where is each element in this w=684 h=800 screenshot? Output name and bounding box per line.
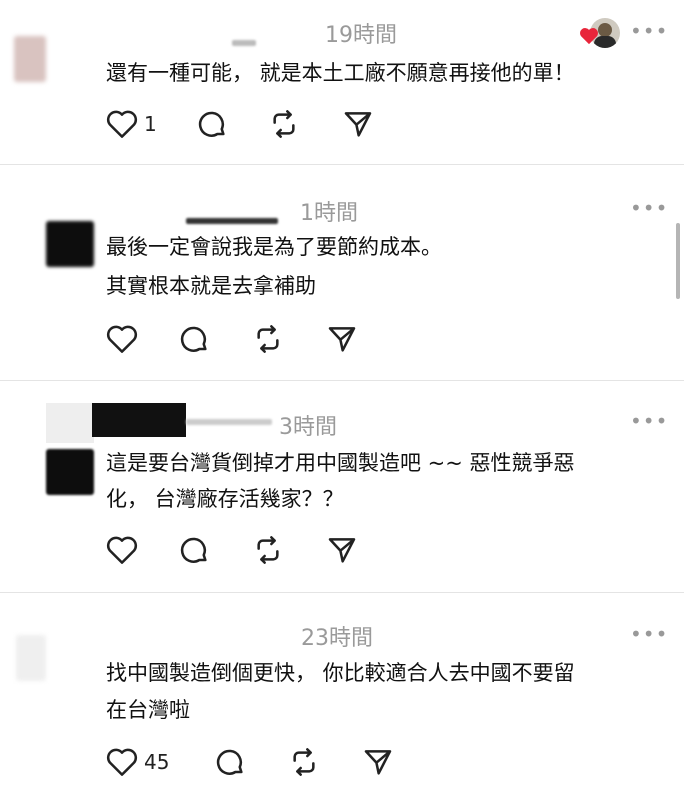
comment-text-line: 這是要台灣貨倒掉才用中國製造吧 ~~ 惡性競爭惡: [106, 451, 575, 475]
action-bar: 1: [100, 106, 400, 146]
avatar[interactable]: [46, 221, 94, 267]
repost-button[interactable]: [266, 106, 302, 142]
username-obscured: [186, 419, 272, 425]
comment-4: 23時間 ••• 找中國製造倒個更快， 你比較適合人去中國不要留 在台灣啦 45: [0, 593, 684, 800]
more-dots-icon[interactable]: •••: [630, 409, 668, 433]
heart-icon: [106, 324, 138, 354]
like-button[interactable]: [104, 321, 140, 357]
username-obscured: [186, 218, 278, 224]
repost-icon: [268, 108, 300, 140]
username-obscured: [232, 40, 256, 46]
avatar[interactable]: [14, 36, 46, 82]
heart-icon: [106, 747, 138, 777]
comment-text-line: 還有一種可能， 就是本土工廠不願意再接他的單！: [106, 61, 575, 85]
like-button[interactable]: [104, 744, 140, 780]
reply-button[interactable]: [212, 744, 248, 780]
timestamp: 19時間: [325, 23, 397, 48]
comment-text-line: 化， 台灣廠存活幾家？？: [106, 487, 344, 511]
scrollbar[interactable]: [676, 223, 680, 299]
action-bar: [100, 321, 400, 361]
comment-2: 1時間 ••• 最後一定會說我是為了要節約成本。 其實根本就是去拿補助: [0, 165, 684, 380]
timestamp: 3時間: [279, 415, 337, 440]
share-button[interactable]: [324, 532, 360, 568]
repost-icon: [288, 746, 320, 778]
share-button[interactable]: [340, 106, 376, 142]
heart-icon: [579, 27, 599, 45]
reply-button[interactable]: [176, 532, 212, 568]
action-bar: [100, 532, 400, 572]
repost-button[interactable]: [250, 532, 286, 568]
comment-text-line: 找中國製造倒個更快， 你比較適合人去中國不要留: [106, 661, 575, 685]
send-icon: [362, 746, 394, 778]
repost-button[interactable]: [286, 744, 322, 780]
more-dots-icon[interactable]: •••: [630, 622, 668, 646]
like-count: 1: [144, 112, 157, 136]
avatar[interactable]: [16, 635, 46, 681]
like-count: 45: [144, 750, 170, 774]
action-bar: 45: [100, 744, 420, 784]
comment-text-line: 在台灣啦: [106, 698, 190, 722]
repost-button[interactable]: [250, 321, 286, 357]
reply-button[interactable]: [176, 321, 212, 357]
comment-bubble-icon: [178, 534, 210, 566]
avatar[interactable]: [46, 449, 94, 495]
timestamp: 1時間: [300, 201, 358, 226]
heart-icon: [106, 109, 138, 139]
like-button[interactable]: [104, 532, 140, 568]
timestamp: 23時間: [301, 626, 373, 651]
username-obscured: [92, 403, 186, 437]
comment-bubble-icon: [178, 323, 210, 355]
send-icon: [342, 108, 374, 140]
comment-1: 19時間 ••• 還有一種可能， 就是本土工廠不願意再接他的單！ 1: [0, 0, 684, 164]
comment-text-line: 其實根本就是去拿補助: [106, 274, 316, 298]
heart-icon: [106, 535, 138, 565]
send-icon: [326, 534, 358, 566]
comment-text-line: 最後一定會說我是為了要節約成本。: [106, 235, 442, 259]
more-dots-icon[interactable]: •••: [630, 19, 668, 43]
share-button[interactable]: [360, 744, 396, 780]
share-button[interactable]: [324, 321, 360, 357]
repost-icon: [252, 323, 284, 355]
reply-button[interactable]: [194, 106, 230, 142]
send-icon: [326, 323, 358, 355]
more-dots-icon[interactable]: •••: [630, 196, 668, 220]
comment-bubble-icon: [214, 746, 246, 778]
repost-icon: [252, 534, 284, 566]
username-obscured: [46, 403, 94, 443]
comment-3: 3時間 ••• 這是要台灣貨倒掉才用中國製造吧 ~~ 惡性競爭惡 化， 台灣廠存…: [0, 381, 684, 591]
comment-bubble-icon: [196, 108, 228, 140]
like-button[interactable]: [104, 106, 140, 142]
